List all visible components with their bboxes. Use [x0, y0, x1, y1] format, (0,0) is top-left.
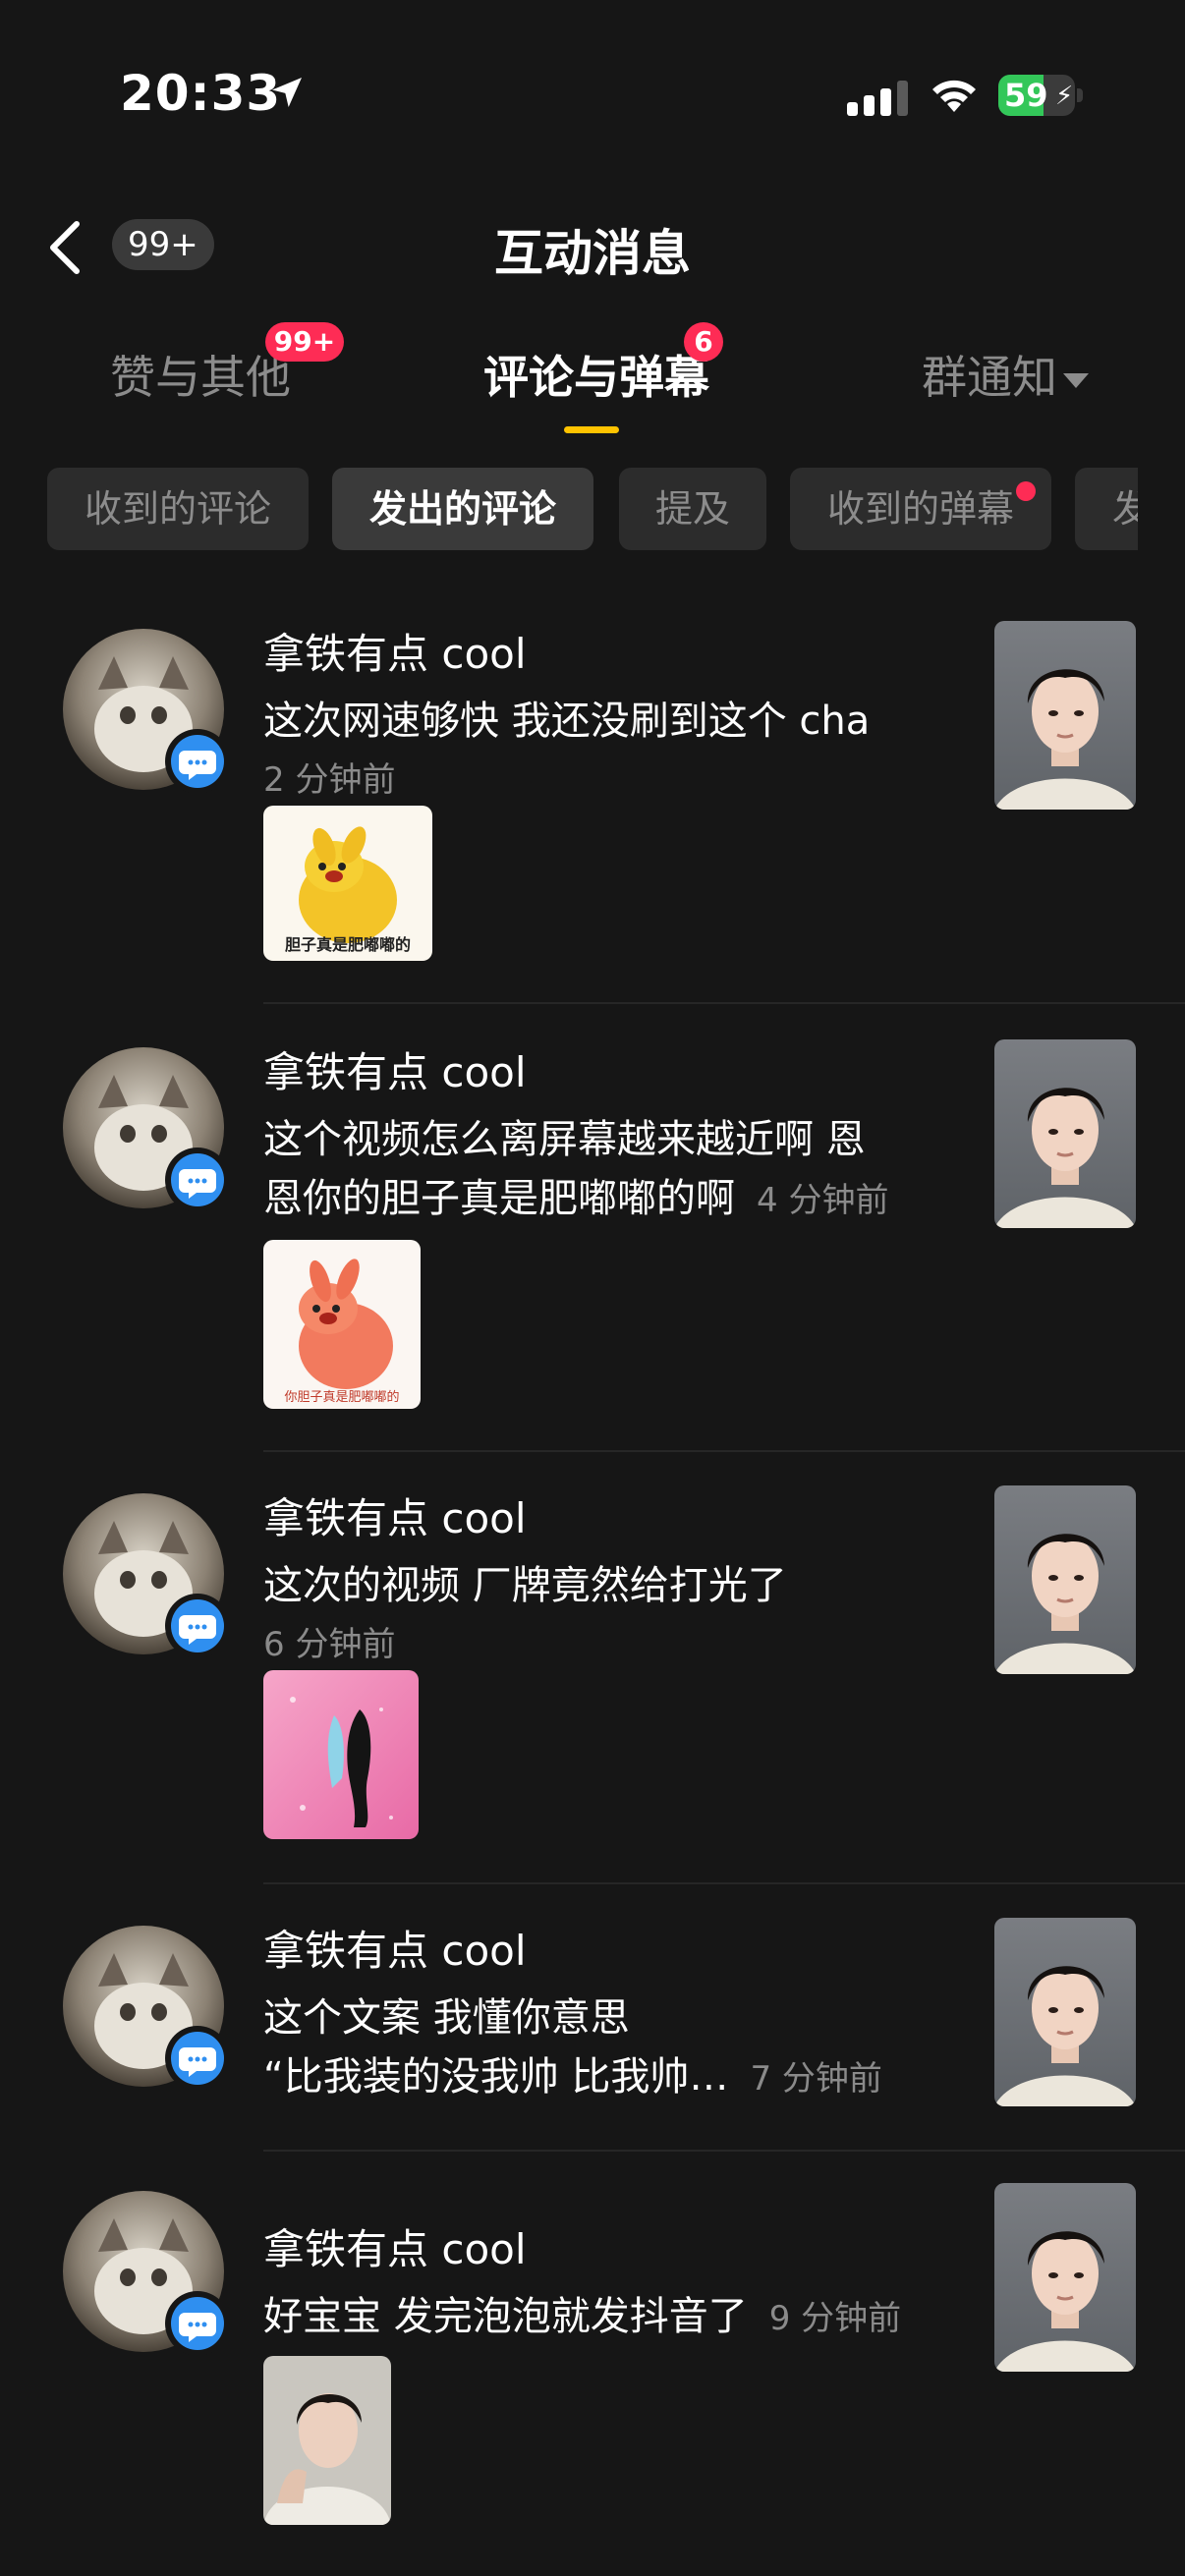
comment-author[interactable]: 拿铁有点 cool: [263, 1485, 527, 1545]
row-divider: [263, 1882, 1185, 1884]
battery-icon: 59 ⚡: [998, 75, 1083, 116]
filter-sent-danmaku[interactable]: 发: [1075, 468, 1138, 550]
comment-time: 9 分钟前: [768, 2299, 902, 2338]
tab-likes-and-others[interactable]: 赞与其他: [110, 342, 291, 407]
tab-comments-and-danmaku[interactable]: 评论与弹幕: [483, 342, 709, 407]
comment-time: 4 分钟前: [757, 1181, 889, 1220]
filter-received-comments[interactable]: 收到的评论: [47, 468, 309, 550]
filter-sent-comments[interactable]: 发出的评论: [332, 468, 593, 550]
page-title: 互动消息: [494, 225, 691, 282]
list-item[interactable]: 拿铁有点 cool 这个文案 我懂你意思 “比我装的没我帅 比我帅… 7 分钟前: [0, 1906, 1185, 2152]
message-bubble-icon: [165, 2291, 230, 2356]
video-thumbnail[interactable]: [994, 2183, 1136, 2372]
active-tab-indicator: [564, 426, 619, 433]
comment-text[interactable]: 这次的视频 厂牌竟然给打光了: [263, 1556, 787, 1615]
video-thumbnail[interactable]: [994, 621, 1136, 810]
comment-time: 6 分钟前: [263, 1625, 396, 1664]
comment-text[interactable]: 这次网速够快 我还没刷到这个 cha: [263, 692, 870, 751]
row-divider: [263, 1450, 1185, 1452]
row-divider: [263, 1002, 1185, 1004]
comment-text-line-2[interactable]: “比我装的没我帅 比我帅… 7 分钟前: [263, 2047, 882, 2108]
filter-received-danmaku[interactable]: 收到的弹幕: [790, 468, 1051, 550]
message-bubble-icon: [165, 1594, 230, 1658]
tab-likes-badge: 99+: [265, 322, 344, 362]
comment-text[interactable]: 好宝宝 发完泡泡就发抖音了 9 分钟前: [263, 2287, 901, 2348]
filter-mentions[interactable]: 提及: [619, 468, 766, 550]
message-bubble-icon: [165, 729, 230, 794]
list-item[interactable]: 拿铁有点 cool 这次的视频 厂牌竟然给打光了 6 分钟前: [0, 1474, 1185, 1884]
list-item[interactable]: 拿铁有点 cool 好宝宝 发完泡泡就发抖音了 9 分钟前: [0, 2171, 1185, 2576]
battery-level-text: 59: [1004, 77, 1048, 114]
comment-time: 2 分钟前: [263, 760, 396, 800]
comment-text-line-2[interactable]: 恩你的胆子真是肥嘟嘟的啊 4 分钟前: [263, 1169, 888, 1230]
comment-photo[interactable]: [263, 2356, 391, 2525]
charging-bolt-icon: ⚡: [1055, 82, 1074, 111]
tab-group-notifications[interactable]: 群通知: [922, 342, 1089, 407]
comment-sticker[interactable]: 胆子真是肥嘟嘟的: [263, 806, 432, 961]
video-thumbnail[interactable]: [994, 1039, 1136, 1228]
comment-author[interactable]: 拿铁有点 cool: [263, 621, 527, 681]
row-divider: [263, 2150, 1185, 2152]
video-thumbnail[interactable]: [994, 1918, 1136, 2106]
comment-author[interactable]: 拿铁有点 cool: [263, 1918, 527, 1978]
video-thumbnail[interactable]: [994, 1485, 1136, 1674]
tab-group-label: 群通知: [922, 351, 1057, 404]
sticker-caption: 你胆子真是肥嘟嘟的: [284, 1390, 400, 1405]
comment-author[interactable]: 拿铁有点 cool: [263, 2216, 527, 2276]
wifi-icon: [932, 80, 976, 112]
comment-sticker[interactable]: 你胆子真是肥嘟嘟的: [263, 1240, 421, 1409]
list-item[interactable]: 拿铁有点 cool 这个视频怎么离屏幕越来越近啊 恩 恩你的胆子真是肥嘟嘟的啊 4…: [0, 1028, 1185, 1454]
message-bubble-icon: [165, 1148, 230, 1212]
comment-text-tail: “比我装的没我帅 比我帅…: [263, 2054, 729, 2100]
status-time: 20:33: [120, 65, 282, 122]
comment-sticker[interactable]: [263, 1670, 419, 1839]
location-arrow-icon: [272, 78, 302, 107]
comment-time: 7 分钟前: [750, 2059, 882, 2099]
comment-author[interactable]: 拿铁有点 cool: [263, 1039, 527, 1099]
message-bubble-icon: [165, 2026, 230, 2091]
sticker-caption: 胆子真是肥嘟嘟的: [284, 935, 411, 954]
filter-more-chip-clip: 发: [1075, 468, 1138, 550]
tab-comments-badge: 6: [684, 322, 723, 362]
comment-text-tail: 恩你的胆子真是肥嘟嘟的啊: [263, 1176, 735, 1221]
caret-down-icon: [1063, 373, 1089, 388]
comment-text-line-1[interactable]: 这个文案 我懂你意思: [263, 1988, 630, 2047]
list-item[interactable]: 拿铁有点 cool 这次网速够快 我还没刷到这个 cha 2 分钟前 胆子真是肥…: [0, 609, 1185, 1006]
comment-text-line-1[interactable]: 这个视频怎么离屏幕越来越近啊 恩: [263, 1110, 866, 1169]
signal-icon: [847, 81, 908, 116]
new-dot: [1016, 481, 1036, 501]
comment-text-body: 好宝宝 发完泡泡就发抖音了: [263, 2294, 748, 2339]
